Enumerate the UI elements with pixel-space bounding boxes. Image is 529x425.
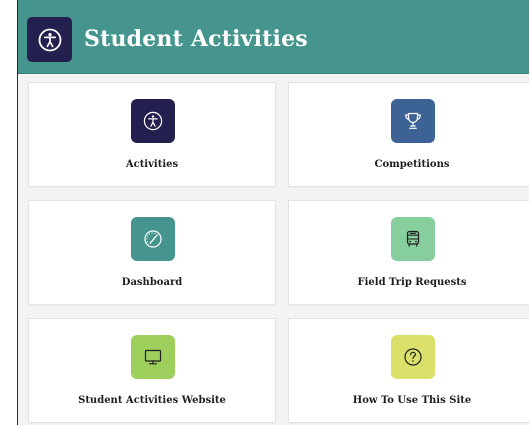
- tile-icon-box: [131, 99, 175, 143]
- app-header: Student Activities: [18, 0, 529, 74]
- tile-icon-box: [131, 335, 175, 379]
- tile-competitions[interactable]: Competitions: [288, 82, 529, 187]
- question-icon: [404, 348, 422, 366]
- tile-icon-box: [391, 217, 435, 261]
- accessibility-icon: [143, 111, 163, 131]
- tile-dashboard[interactable]: Dashboard: [28, 200, 276, 305]
- header-logo[interactable]: [27, 17, 72, 62]
- tile-student-activities-website[interactable]: Student Activities Website: [28, 318, 276, 423]
- tile-icon-box: [131, 217, 175, 261]
- page-title: Student Activities: [84, 26, 308, 52]
- trophy-icon: [405, 112, 421, 129]
- speedometer-icon: [144, 230, 162, 248]
- tile-label: Field Trip Requests: [357, 277, 467, 288]
- tile-activities[interactable]: Activities: [28, 82, 276, 187]
- tile-label: Activities: [125, 159, 179, 170]
- accessibility-icon: [38, 28, 61, 51]
- tile-icon-box: [391, 335, 435, 379]
- tile-label: Student Activities Website: [78, 395, 226, 406]
- tile-label: Dashboard: [121, 277, 183, 288]
- bus-icon: [406, 230, 420, 247]
- tile-label: Competitions: [374, 159, 450, 170]
- tile-icon-box: [391, 99, 435, 143]
- monitor-icon: [144, 349, 162, 365]
- tile-field-trip-requests[interactable]: Field Trip Requests: [288, 200, 529, 305]
- tile-how-to-use-this-site[interactable]: How To Use This Site: [288, 318, 529, 423]
- app-frame: Student Activities Activities Competitio…: [17, 0, 529, 425]
- tile-label: How To Use This Site: [352, 395, 472, 406]
